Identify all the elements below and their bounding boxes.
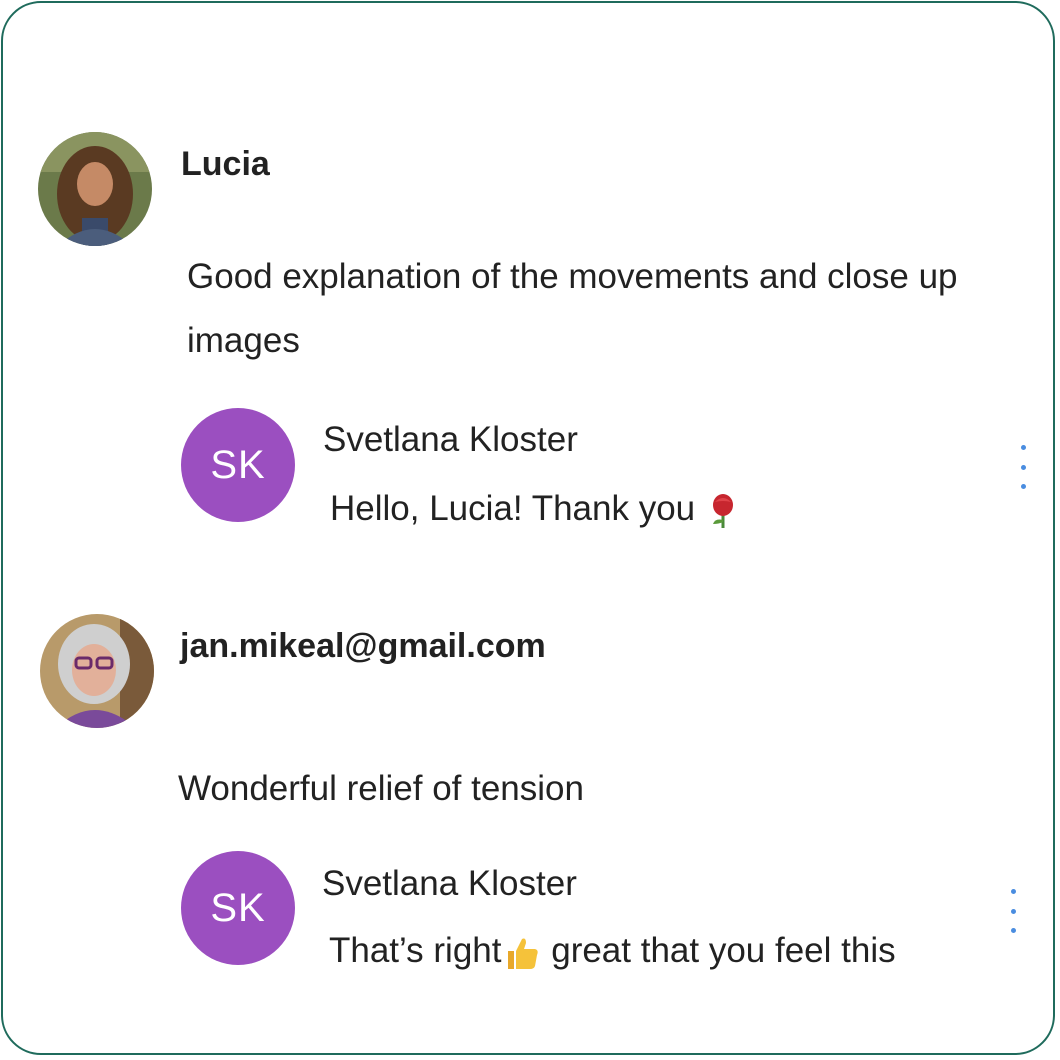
reply-avatar-initials: SK [210, 442, 266, 487]
user-avatar[interactable] [38, 132, 152, 246]
user-photo-icon [40, 614, 154, 728]
reply-avatar-initials: SK [210, 885, 266, 930]
kebab-dot [1010, 889, 1016, 894]
reply-avatar[interactable]: SK [181, 408, 295, 522]
kebab-dot [1020, 464, 1026, 470]
reply-text-before: That’s right [329, 931, 502, 970]
reply-text: That’s right great that you feel this [329, 931, 896, 973]
comment-text: Wonderful relief of tension [178, 769, 584, 808]
user-photo-icon [38, 132, 152, 246]
reply-menu-button[interactable] [1013, 445, 1033, 489]
reply-avatar[interactable]: SK [181, 851, 295, 965]
comment-author: jan.mikeal@gmail.com [180, 627, 546, 665]
reply-author: Svetlana Kloster [322, 864, 577, 903]
reply-menu-button[interactable] [1003, 889, 1023, 933]
reply-text: Hello, Lucia! Thank you [330, 489, 741, 530]
reply-text-after: great that you feel this [541, 931, 896, 970]
kebab-dot [1020, 445, 1026, 450]
kebab-dot [1010, 908, 1016, 914]
comment-author: Lucia [181, 145, 270, 183]
kebab-dot [1020, 484, 1026, 489]
kebab-dot [1010, 928, 1016, 933]
comment-text: Good explanation of the movements and cl… [187, 257, 958, 360]
user-avatar[interactable] [40, 614, 154, 728]
reply-text-content: Hello, Lucia! Thank you [330, 489, 696, 528]
rose-icon [712, 493, 733, 528]
reply-author: Svetlana Kloster [323, 420, 578, 459]
thumbs-up-icon [507, 938, 538, 969]
